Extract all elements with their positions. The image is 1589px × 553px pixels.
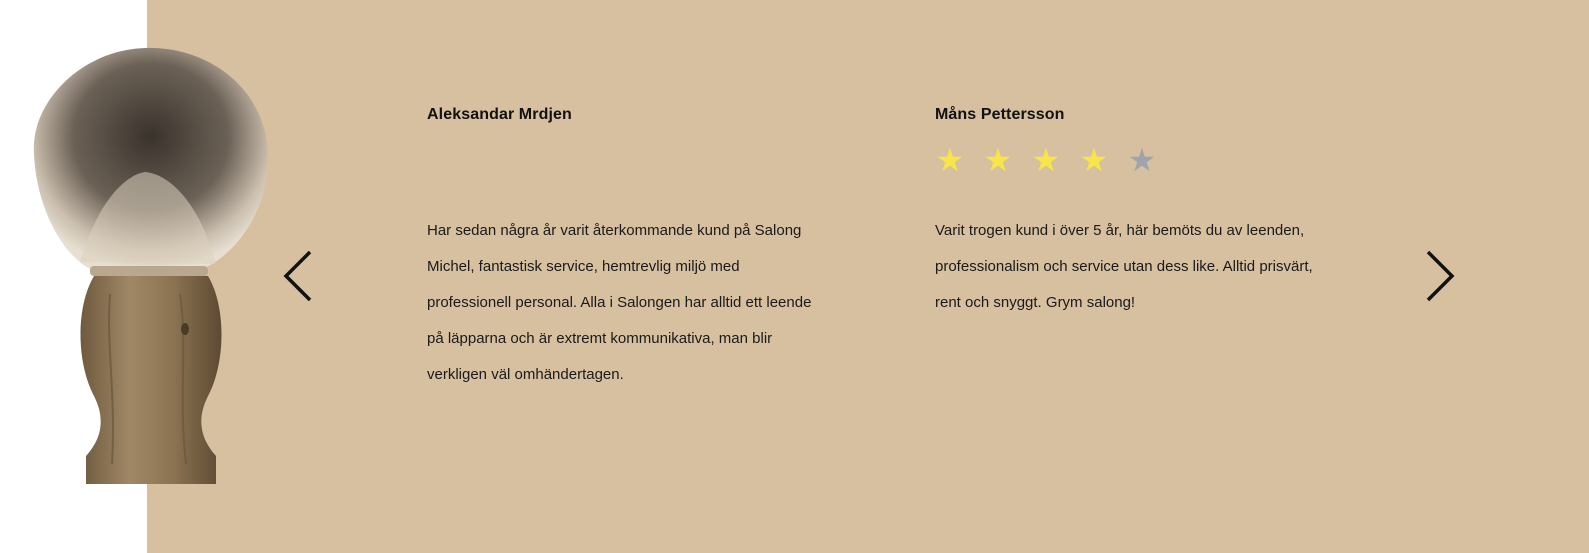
reviewer-name: Måns Pettersson	[935, 106, 1065, 123]
testimonial-panel	[147, 0, 1589, 553]
next-review-button[interactable]	[1418, 248, 1458, 304]
chevron-left-icon	[283, 250, 312, 302]
reviewer-name: Aleksandar Mrdjen	[427, 106, 572, 123]
review-card: Aleksandar Mrdjen Har sedan några år var…	[427, 104, 827, 393]
review-text: Varit trogen kund i över 5 år, här bemöt…	[935, 222, 1313, 311]
star-rating: ★ ★ ★ ★ ★	[935, 140, 1315, 180]
star-filled-icon: ★	[935, 141, 965, 179]
shaving-brush-image	[33, 47, 269, 484]
review-text: Har sedan några år varit återkommande ku…	[427, 222, 812, 383]
star-filled-icon: ★	[1031, 141, 1061, 179]
star-filled-icon: ★	[1079, 141, 1109, 179]
chevron-right-icon	[1426, 250, 1455, 302]
star-rating	[427, 140, 827, 180]
star-empty-icon: ★	[1127, 141, 1157, 179]
review-card: Måns Pettersson ★ ★ ★ ★ ★ Varit trogen kund …	[935, 104, 1315, 321]
previous-review-button[interactable]	[280, 248, 320, 304]
star-filled-icon: ★	[983, 141, 1013, 179]
